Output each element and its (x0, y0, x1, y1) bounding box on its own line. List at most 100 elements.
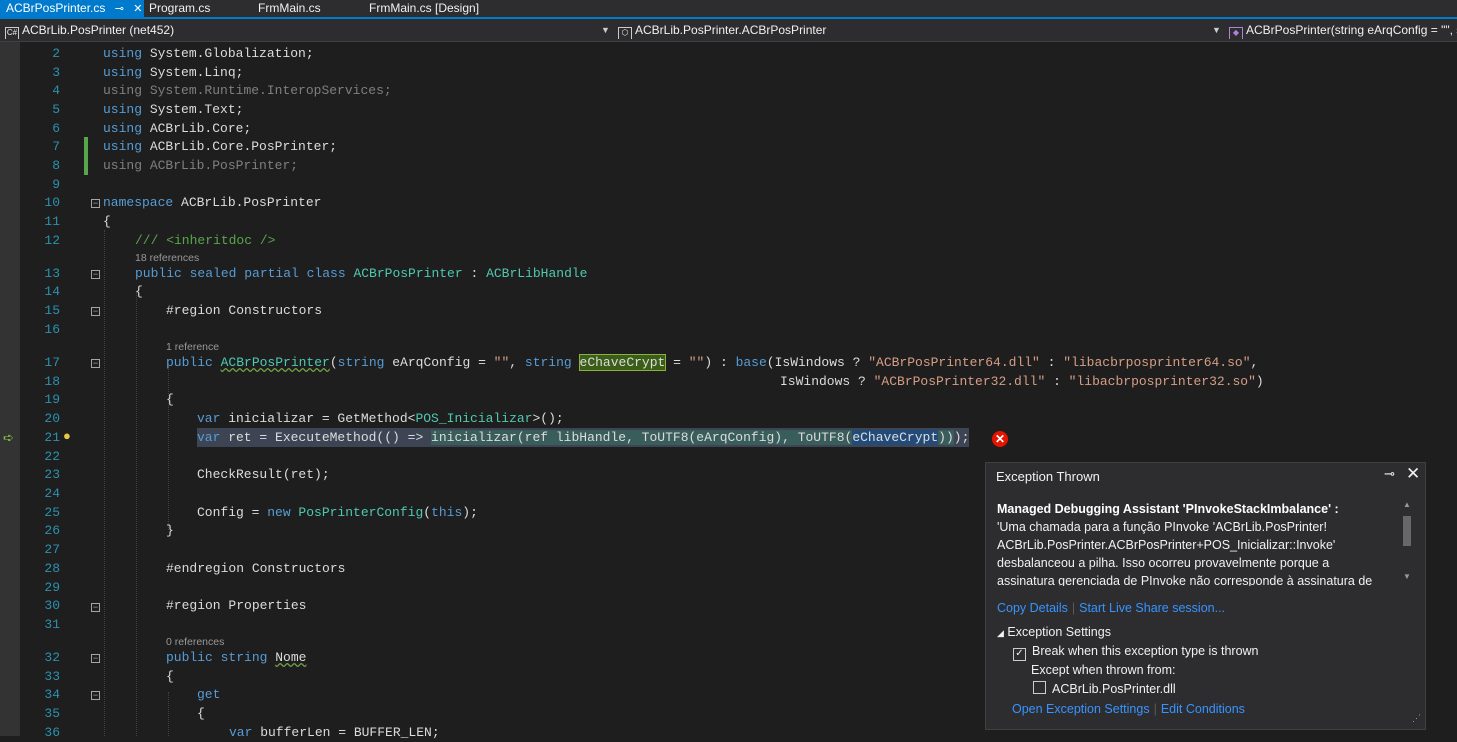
code-token: "libacbrposprinter32.so" (1068, 374, 1256, 389)
code-token: { (103, 214, 111, 229)
code-token: "ACBrPosPrinter32.dll" (873, 374, 1046, 389)
popup-footer-links: Open Exception Settings | Edit Conditions (1012, 702, 1245, 716)
code-token: POS_Inicializar (415, 411, 533, 426)
line-number: 31 (44, 617, 60, 632)
code-token: : (462, 266, 487, 281)
code-line: 7 using ACBrLib.Core.PosPrinter; (20, 137, 1457, 156)
line-number: 14 (44, 284, 60, 299)
line-number: 7 (52, 139, 60, 154)
line-number: 8 (52, 158, 60, 173)
pin-icon[interactable]: ⊸ (115, 1, 124, 17)
code-token: PosPrinterConfig (290, 505, 424, 520)
code-line: 13 public sealed partial class ACBrPosPr… (20, 264, 1457, 283)
close-icon[interactable]: ✕ (1406, 464, 1420, 484)
scrollbar-thumb[interactable] (1403, 516, 1411, 546)
exception-message: Managed Debugging Assistant 'PInvokeStac… (997, 500, 1384, 586)
code-token: ret = ExecuteMethod(() => (220, 430, 432, 445)
module-checkbox-row[interactable]: ACBrLib.PosPrinter.dll (1033, 681, 1176, 696)
line-number: 24 (44, 486, 60, 501)
error-icon[interactable]: ✕ (992, 431, 1008, 447)
breakpoint-gutter[interactable] (0, 42, 20, 736)
codelens-references[interactable]: 18 references (135, 252, 199, 264)
code-token: namespace (103, 195, 174, 210)
line-number: 19 (44, 392, 60, 407)
code-token: base (735, 355, 767, 370)
line-number: 20 (44, 411, 60, 426)
code-token: /// <inheritdoc /> (135, 233, 276, 248)
code-token: public string (166, 650, 276, 665)
member-label: ACBrPosPrinter(string eArqConfig = "", s (1246, 23, 1457, 37)
separator: | (1153, 702, 1157, 716)
code-token: Config = (197, 505, 268, 520)
line-number: 35 (44, 706, 60, 721)
code-token: Nome (275, 650, 307, 665)
tab-label: FrmMain.cs (258, 1, 321, 15)
tab-acbrposprinter[interactable]: ACBrPosPrinter.cs ⊸ ✕ (0, 0, 144, 17)
pin-icon[interactable]: ⊸ (1384, 466, 1395, 482)
lightbulb-icon[interactable]: ● (63, 428, 75, 443)
line-number: 36 (44, 725, 60, 740)
close-icon[interactable]: ✕ (133, 1, 142, 17)
code-token: IsWindows ? (780, 374, 874, 389)
module-checkbox[interactable] (1033, 681, 1046, 694)
line-number: 2 (52, 46, 60, 61)
project-label: ACBrLib.PosPrinter (net452) (22, 23, 175, 37)
code-token: System.Linq; (149, 65, 244, 80)
code-line: 4 using System.Runtime.InteropServices; (20, 81, 1457, 100)
scroll-down-icon[interactable]: ▼ (1403, 572, 1411, 581)
class-dropdown[interactable]: ⬡ ACBrLib.PosPrinter.ACBrPosPrinter ▼ (618, 21, 1222, 39)
popup-title: Exception Thrown (996, 469, 1100, 484)
except-when-label: Except when thrown from: (1031, 663, 1176, 677)
line-number: 26 (44, 523, 60, 538)
code-token: string (524, 355, 572, 370)
code-token: using (103, 139, 143, 154)
line-number: 18 (44, 374, 60, 389)
popup-actions: Copy Details | Start Live Share session... (997, 601, 1225, 615)
code-token: = (665, 355, 689, 370)
code-token: , (1250, 355, 1259, 370)
member-dropdown[interactable]: ◆ ACBrPosPrinter(string eArqConfig = "", … (1229, 21, 1457, 39)
code-token: { (197, 706, 205, 721)
code-line: 19 { (20, 390, 1457, 409)
tab-program[interactable]: Program.cs (149, 0, 210, 17)
scroll-up-icon[interactable]: ▲ (1403, 500, 1411, 509)
code-token: using (103, 65, 143, 80)
copy-details-link[interactable]: Copy Details (997, 601, 1068, 615)
message-scrollbar[interactable]: ▲ ▼ (1401, 498, 1413, 586)
codelens-references[interactable]: 0 references (166, 636, 224, 648)
exception-settings-header[interactable]: ◢ Exception Settings (997, 625, 1111, 639)
project-icon: C# (5, 27, 19, 39)
break-when-checkbox[interactable]: ✓ (1013, 648, 1026, 661)
tab-frmmain-design[interactable]: FrmMain.cs [Design] (369, 0, 479, 17)
code-token: Properties (220, 598, 307, 613)
break-when-checkbox-row[interactable]: ✓ Break when this exception type is throw… (1013, 644, 1259, 661)
line-number: 27 (44, 542, 60, 557)
codelens-references[interactable]: 1 reference (166, 341, 219, 353)
code-token: "libacbrposprinter64.so" (1063, 355, 1251, 370)
open-exception-settings-link[interactable]: Open Exception Settings (1012, 702, 1150, 716)
navigation-bar: C# ACBrLib.PosPrinter (net452) ▼ ⬡ ACBrLib… (0, 19, 1457, 42)
live-share-link[interactable]: Start Live Share session... (1079, 601, 1225, 615)
code-token: public sealed partial class (135, 266, 354, 281)
code-line: 15 #region Constructors (20, 301, 1457, 320)
exception-thrown-popup: Exception Thrown ⊸ ✕ Managed Debugging A… (985, 462, 1426, 730)
code-token: Constructors (244, 561, 346, 576)
class-icon: ⬡ (618, 27, 632, 39)
edit-conditions-link[interactable]: Edit Conditions (1161, 702, 1245, 716)
resize-grip-icon[interactable]: ⋰ (1412, 713, 1421, 724)
line-number: 12 (44, 233, 60, 248)
project-dropdown[interactable]: C# ACBrLib.PosPrinter (net452) ▼ (5, 21, 610, 39)
code-token: var (229, 725, 253, 740)
code-token: inicializar = GetMethod< (220, 411, 416, 426)
code-token: ( (329, 355, 338, 370)
code-token: using (103, 121, 143, 136)
tab-frmmain[interactable]: FrmMain.cs (258, 0, 321, 17)
code-token: eChaveCrypt (578, 354, 667, 371)
code-token: this (431, 505, 463, 520)
line-number: 17 (44, 355, 60, 370)
current-statement-arrow-icon: ➪ (3, 430, 14, 445)
code-token: get (197, 687, 221, 702)
code-token: ACBrLib.Core; (149, 121, 252, 136)
line-number: 11 (44, 214, 60, 229)
line-number: 30 (44, 598, 60, 613)
